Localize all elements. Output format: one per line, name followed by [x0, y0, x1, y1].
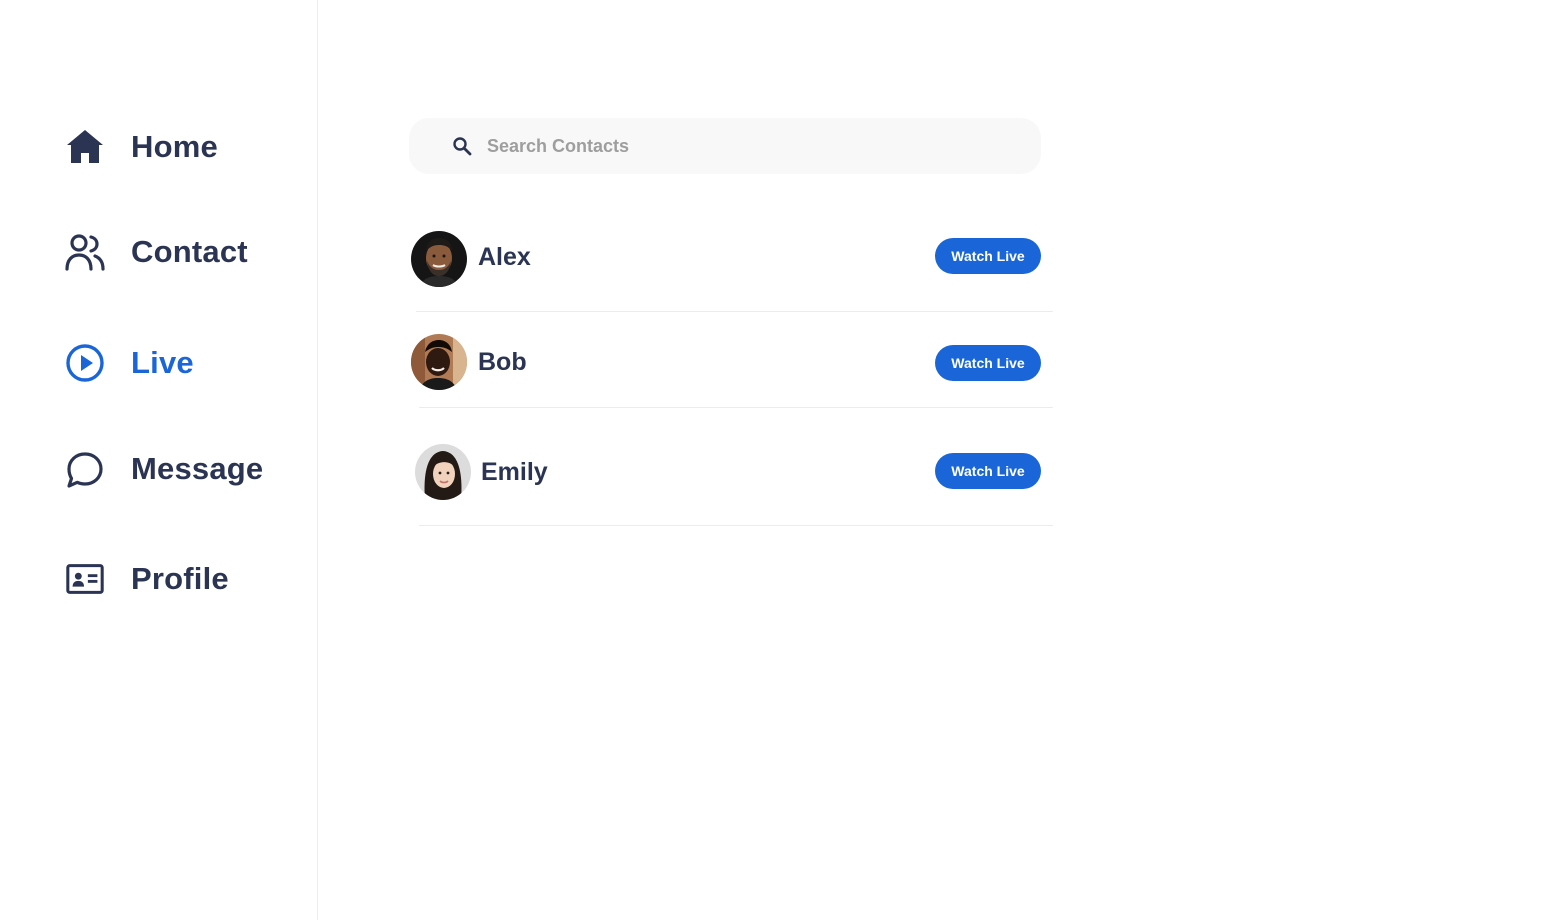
sidebar: Home Contact Live Message Profile — [0, 0, 318, 920]
sidebar-item-label: Message — [131, 451, 264, 486]
sidebar-item-live[interactable]: Live — [64, 342, 194, 384]
divider — [419, 525, 1053, 526]
list-item: Alex Watch Live — [409, 229, 1053, 313]
sidebar-item-contact[interactable]: Contact — [64, 231, 248, 273]
avatar — [411, 231, 467, 287]
list-item: Bob Watch Live — [409, 332, 1053, 408]
users-icon — [64, 231, 106, 273]
avatar — [415, 444, 471, 500]
watch-live-button[interactable]: Watch Live — [935, 345, 1041, 381]
watch-live-button[interactable]: Watch Live — [935, 238, 1041, 274]
search-icon — [451, 135, 473, 157]
sidebar-item-home[interactable]: Home — [64, 126, 218, 168]
watch-live-button[interactable]: Watch Live — [935, 453, 1041, 489]
sidebar-item-label: Home — [131, 129, 218, 164]
contact-name: Bob — [478, 348, 527, 376]
app-window: Home Contact Live Message Profile Search… — [0, 0, 1549, 920]
avatar — [411, 334, 467, 390]
chat-bubble-icon — [64, 448, 106, 490]
id-card-icon — [64, 558, 106, 600]
sidebar-item-label: Live — [131, 345, 194, 380]
sidebar-item-message[interactable]: Message — [64, 448, 263, 490]
divider — [416, 311, 1053, 312]
list-item: Emily Watch Live — [409, 442, 1053, 526]
search-input[interactable] — [487, 135, 987, 157]
divider — [419, 407, 1053, 408]
search-bar[interactable] — [409, 118, 1041, 174]
play-circle-icon — [64, 342, 106, 384]
sidebar-item-profile[interactable]: Profile — [64, 558, 229, 600]
sidebar-item-label: Contact — [131, 234, 248, 269]
sidebar-item-label: Profile — [131, 561, 229, 596]
contact-name: Emily — [481, 458, 548, 486]
home-icon — [64, 126, 106, 168]
contact-name: Alex — [478, 243, 531, 271]
